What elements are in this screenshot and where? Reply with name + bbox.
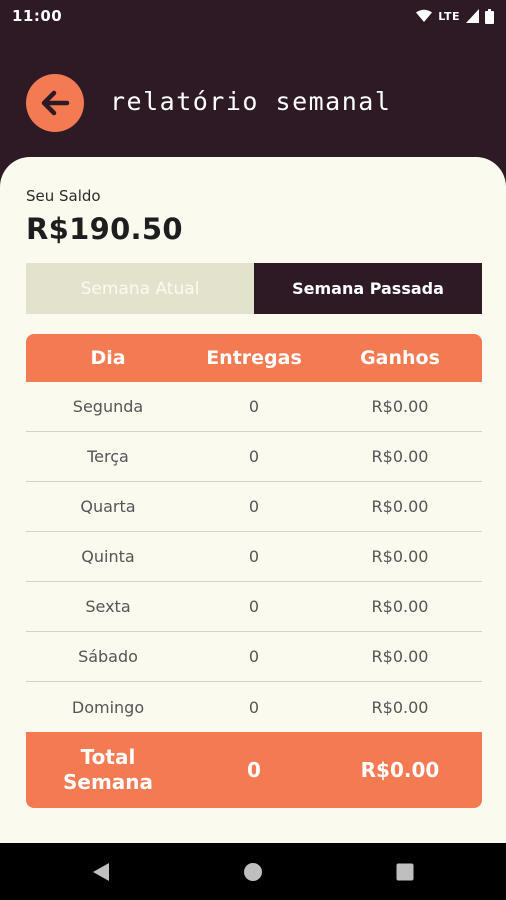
cell-earnings: R$0.00: [371, 647, 429, 666]
header-earnings: Ganhos: [360, 347, 440, 369]
home-circle-icon: [244, 862, 262, 881]
cell-earnings: R$0.00: [371, 547, 429, 566]
cell-day: Quinta: [81, 547, 135, 566]
back-button[interactable]: [26, 74, 84, 132]
content-sheet: Seu Saldo R$190.50 Semana Atual Semana P…: [0, 157, 506, 843]
table-row: Sábado 0 R$0.00: [26, 632, 482, 682]
page-title: relatório semanal: [110, 87, 392, 116]
cell-deliveries: 0: [248, 497, 260, 516]
cell-earnings: R$0.00: [371, 397, 429, 416]
nav-back-button[interactable]: [86, 857, 116, 887]
cell-earnings: R$0.00: [371, 697, 429, 717]
cell-earnings: R$0.00: [371, 447, 429, 466]
table-row: Quarta 0 R$0.00: [26, 482, 482, 532]
cell-day: Sábado: [78, 647, 138, 666]
status-bar: 11:00 LTE: [0, 0, 506, 32]
table-total-row: Total Semana 0 R$0.00: [26, 732, 482, 808]
cell-deliveries: 0: [248, 697, 260, 717]
balance-label: Seu Saldo: [26, 187, 101, 205]
recents-square-icon: [396, 863, 414, 880]
total-label-line1: Total: [80, 745, 136, 769]
header-deliveries: Entregas: [206, 347, 302, 369]
cell-day: Domingo: [71, 697, 145, 717]
table-row: Segunda 0 R$0.00: [26, 382, 482, 432]
table-row: Quinta 0 R$0.00: [26, 532, 482, 582]
cell-day: Segunda: [72, 397, 144, 416]
total-earnings: R$0.00: [360, 758, 440, 782]
cell-deliveries: 0: [248, 647, 260, 666]
table-row: Domingo 0 R$0.00: [26, 682, 482, 732]
balance-value: R$190.50: [26, 212, 183, 246]
table-header: Dia Entregas Ganhos: [26, 334, 482, 382]
weekly-report-table: Dia Entregas Ganhos Segunda 0 R$0.00 Ter…: [26, 334, 482, 808]
cell-earnings: R$0.00: [371, 497, 429, 516]
wifi-icon: [416, 9, 433, 22]
week-tabs: Semana Atual Semana Passada: [26, 263, 482, 314]
total-label-line2: Semana: [62, 770, 154, 794]
cell-day: Quarta: [80, 497, 136, 516]
status-icons: LTE: [416, 8, 494, 24]
tab-last-week[interactable]: Semana Passada: [254, 263, 482, 314]
cell-day: Sexta: [85, 597, 131, 616]
total-deliveries: 0: [247, 758, 261, 782]
header-day: Dia: [90, 347, 126, 369]
network-type: LTE: [438, 9, 460, 23]
system-nav-bar: [0, 843, 506, 900]
table-row: Terça 0 R$0.00: [26, 432, 482, 482]
arrow-left-icon: [41, 90, 70, 116]
cell-day: Terça: [87, 447, 129, 466]
nav-recents-button[interactable]: [390, 857, 420, 887]
table-row: Sexta 0 R$0.00: [26, 582, 482, 632]
cell-deliveries: 0: [248, 597, 260, 616]
cell-deliveries: 0: [248, 397, 260, 416]
nav-home-button[interactable]: [238, 857, 268, 887]
battery-icon: [485, 8, 494, 24]
header: relatório semanal: [0, 32, 506, 162]
signal-icon: [466, 9, 479, 23]
tab-current-week[interactable]: Semana Atual: [26, 263, 254, 314]
total-label: Total Semana: [26, 745, 190, 795]
cell-deliveries: 0: [248, 447, 260, 466]
back-triangle-icon: [93, 862, 109, 881]
table-body: Segunda 0 R$0.00 Terça 0 R$0.00 Quarta 0…: [26, 382, 482, 732]
cell-earnings: R$0.00: [371, 597, 429, 616]
cell-deliveries: 0: [248, 547, 260, 566]
status-time: 11:00: [12, 7, 63, 25]
